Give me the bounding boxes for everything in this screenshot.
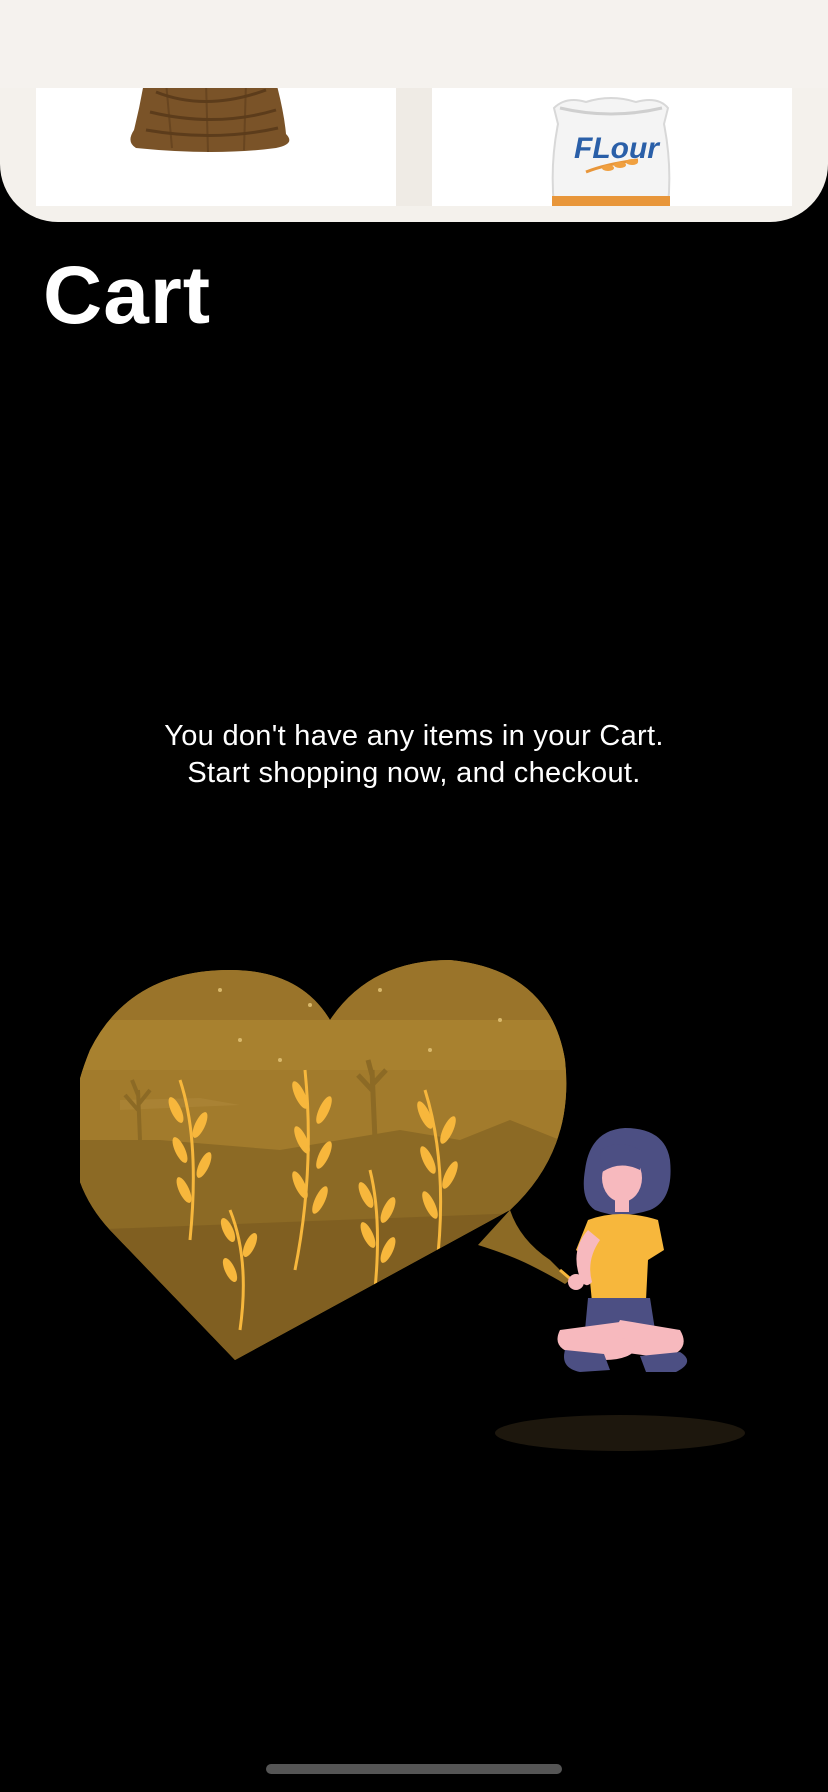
home-indicator[interactable]	[266, 1764, 562, 1774]
background-sheet: FLour	[0, 0, 828, 222]
heart-shape	[80, 960, 567, 1360]
empty-cart-message: You don't have any items in your Cart. S…	[0, 718, 828, 792]
card-gutter	[396, 88, 432, 206]
empty-cart-line-1: You don't have any items in your Cart.	[164, 720, 664, 752]
product-card-sack[interactable]	[36, 88, 396, 206]
sheet-top-bar	[0, 0, 828, 88]
woman-figure	[557, 1128, 688, 1372]
empty-cart-line-2: Start shopping now, and checkout.	[187, 757, 641, 789]
sack-icon	[130, 88, 290, 153]
flour-bag-icon: FLour	[551, 97, 671, 206]
product-card-flour[interactable]: FLour	[432, 88, 792, 206]
page-title: Cart	[43, 250, 212, 341]
svg-text:FLour: FLour	[574, 132, 661, 165]
empty-cart-illustration	[80, 960, 745, 1451]
